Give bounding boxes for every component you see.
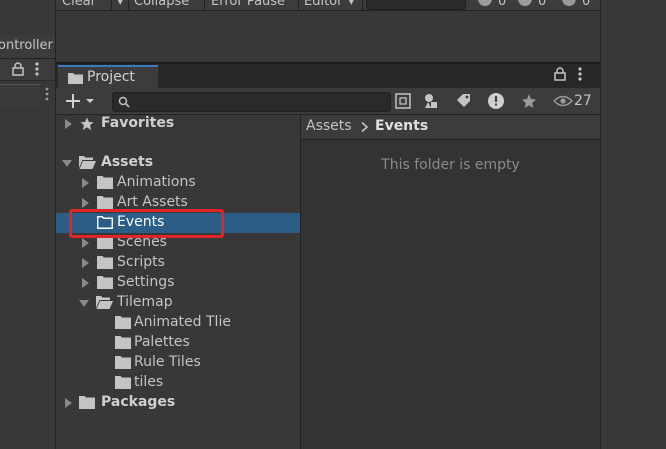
- hidden-packages-count: 27: [574, 93, 592, 109]
- collapse-arrow-icon[interactable]: [79, 298, 89, 308]
- chevron-down-icon: [86, 99, 94, 103]
- tree-item-assets[interactable]: Assets: [56, 153, 300, 173]
- tree-item-label: Packages: [101, 394, 176, 410]
- search-by-scene-icon[interactable]: [390, 89, 418, 113]
- animator-tab-label: ontroller: [0, 38, 53, 53]
- star-icon[interactable]: [515, 89, 543, 113]
- folder-icon: [79, 396, 95, 409]
- filter-by-logs-icon[interactable]: [482, 89, 510, 113]
- project-tab-label: Project: [87, 69, 135, 85]
- star-icon: [80, 117, 94, 131]
- more-options-icon[interactable]: [45, 87, 49, 101]
- left-panel-header: [0, 59, 55, 81]
- folder-icon: [115, 376, 131, 389]
- filter-by-label-icon[interactable]: [450, 89, 478, 113]
- divider: [128, 0, 129, 10]
- log-icon[interactable]: [478, 0, 492, 6]
- tree-item-label: tiles: [134, 374, 164, 390]
- folder-icon: [68, 72, 83, 84]
- collapse-arrow-icon[interactable]: [62, 158, 72, 168]
- clear-button[interactable]: Clear: [62, 0, 96, 9]
- tree-item-tiles[interactable]: tiles: [56, 373, 300, 393]
- warning-icon[interactable]: [518, 0, 532, 6]
- create-button[interactable]: [62, 91, 98, 111]
- error-icon[interactable]: [562, 0, 576, 6]
- lock-icon[interactable]: [12, 62, 24, 76]
- tree-item-tilemap[interactable]: Tilemap: [56, 293, 300, 313]
- error-count: 0: [582, 0, 591, 9]
- editor-dropdown[interactable]: Editor: [304, 0, 342, 9]
- divider: [298, 0, 299, 10]
- folder-open-icon: [96, 296, 113, 309]
- tree-item-animations[interactable]: Animations: [56, 173, 300, 193]
- expand-arrow-icon[interactable]: [80, 198, 90, 208]
- tree-item-label: Settings: [117, 274, 175, 290]
- tree-item-label: Animations: [117, 174, 196, 190]
- expand-arrow-icon[interactable]: [80, 178, 90, 188]
- expand-arrow-icon[interactable]: [80, 238, 90, 248]
- breadcrumb-item-events[interactable]: Events: [375, 118, 428, 134]
- tree-item-label: Animated Tlie: [134, 314, 231, 330]
- more-options-icon[interactable]: [578, 67, 582, 81]
- folder-icon: [115, 356, 131, 369]
- eye-icon[interactable]: [553, 94, 573, 108]
- console-toolbar: Clear ▾ Collapse Error Pause Editor ▾ 0 …: [56, 0, 600, 11]
- lock-icon[interactable]: [554, 67, 566, 81]
- folder-open-icon: [79, 156, 96, 169]
- folder-icon: [115, 316, 131, 329]
- empty-folder-message: This folder is empty: [381, 157, 520, 173]
- filter-by-type-icon[interactable]: [418, 89, 446, 113]
- tree-item-favorites[interactable]: Favorites: [56, 114, 300, 134]
- tree-item-scripts[interactable]: Scripts: [56, 253, 300, 273]
- plus-icon: [66, 94, 80, 108]
- expand-arrow-icon[interactable]: [63, 398, 73, 408]
- error-pause-button[interactable]: Error Pause: [211, 0, 285, 9]
- tree-item-label: Scripts: [117, 254, 165, 270]
- tree-item-label: Assets: [101, 154, 154, 170]
- divider: [111, 0, 112, 10]
- animator-grid: [0, 84, 40, 107]
- tree-item-label: Favorites: [101, 115, 175, 131]
- folder-icon: [115, 336, 131, 349]
- tree-item-palettes[interactable]: Palettes: [56, 333, 300, 353]
- tree-item-label: Tilemap: [117, 294, 173, 310]
- log-count: 0: [498, 0, 507, 9]
- tree-item-label: Palettes: [134, 334, 190, 350]
- highlight-annotation: [69, 209, 224, 238]
- tree-item-rule-tiles[interactable]: Rule Tiles: [56, 353, 300, 373]
- tree-item-label: Rule Tiles: [134, 354, 201, 370]
- more-options-icon[interactable]: [35, 62, 39, 76]
- search-icon: [118, 96, 130, 108]
- tree-item-animated-tile[interactable]: Animated Tlie: [56, 313, 300, 333]
- editor-dropdown-arrow-icon: ▾: [348, 0, 355, 9]
- folder-icon: [97, 176, 113, 189]
- folder-icon: [97, 256, 113, 269]
- console-search-input[interactable]: [366, 0, 466, 10]
- breadcrumb-item-assets[interactable]: Assets: [306, 118, 352, 134]
- clear-dropdown-icon[interactable]: ▾: [117, 0, 124, 9]
- expand-arrow-icon[interactable]: [63, 119, 73, 129]
- expand-arrow-icon[interactable]: [80, 258, 90, 268]
- chevron-right-icon: [361, 122, 369, 132]
- divider: [204, 0, 205, 10]
- animator-tab[interactable]: ontroller: [0, 35, 55, 59]
- warning-count: 0: [538, 0, 547, 9]
- tree-item-packages[interactable]: Packages: [56, 393, 300, 413]
- tree-item-label: Art Assets: [117, 194, 188, 210]
- tree-item-settings[interactable]: Settings: [56, 273, 300, 293]
- folder-icon: [97, 196, 113, 209]
- folder-icon: [97, 276, 113, 289]
- right-panel: [600, 0, 666, 449]
- divider: [362, 0, 363, 10]
- project-tab[interactable]: Project: [58, 65, 158, 89]
- expand-arrow-icon[interactable]: [80, 278, 90, 288]
- collapse-button[interactable]: Collapse: [134, 0, 189, 9]
- project-search-input[interactable]: [112, 92, 391, 112]
